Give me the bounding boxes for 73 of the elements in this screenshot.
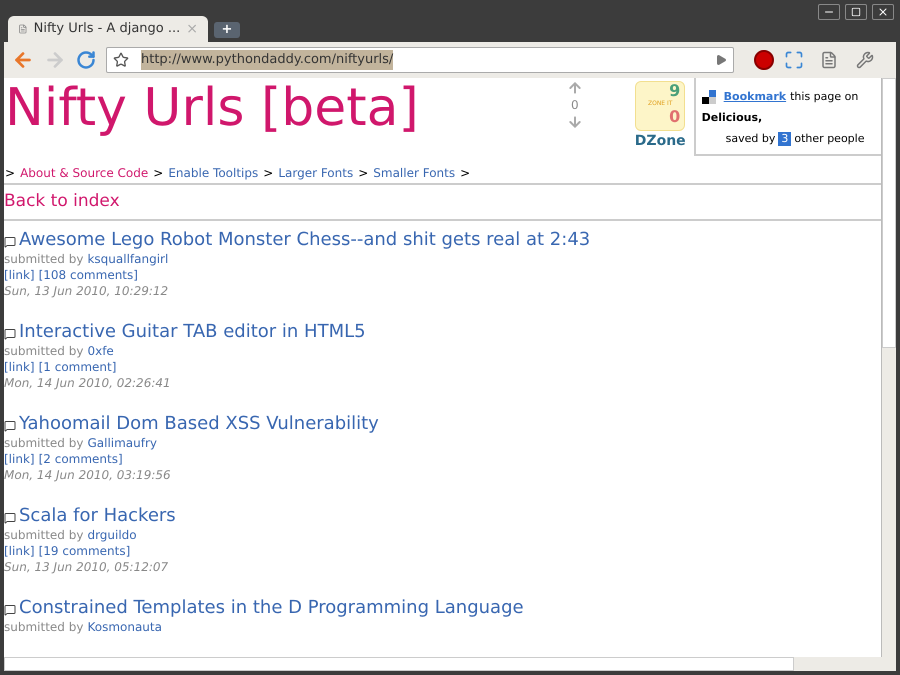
- post-title-link[interactable]: Yahoomail Dom Based XSS Vulnerability: [19, 413, 379, 435]
- new-tab-button[interactable]: +: [214, 22, 240, 38]
- submitted-label: submitted by: [4, 343, 84, 359]
- vote-up-icon[interactable]: [566, 80, 583, 96]
- link-link[interactable]: [link]: [4, 267, 35, 283]
- link-link[interactable]: [link]: [4, 451, 35, 467]
- comments-link[interactable]: [1 comment]: [38, 359, 116, 375]
- delicious-icon: [702, 90, 716, 104]
- bookmark-text: this page on: [790, 89, 858, 105]
- nav-link[interactable]: About & Source Code: [20, 164, 148, 182]
- submitted-label: submitted by: [4, 527, 84, 543]
- close-button[interactable]: [872, 4, 894, 20]
- minimize-button[interactable]: [818, 4, 840, 20]
- wrench-icon[interactable]: [856, 51, 874, 69]
- link-link[interactable]: [link]: [4, 543, 35, 559]
- vertical-scrollbar[interactable]: [881, 78, 896, 657]
- nav-separator: >: [153, 165, 164, 182]
- vote-count: 0: [571, 97, 579, 114]
- user-link[interactable]: 0xfe: [87, 343, 114, 359]
- saved-count: 3: [778, 132, 792, 146]
- close-icon: [877, 6, 889, 18]
- user-link[interactable]: Gallimaufry: [87, 435, 158, 451]
- post-title-link[interactable]: Awesome Lego Robot Monster Chess--and shit gets real at 2:43: [19, 229, 590, 251]
- browser-tab[interactable]: Nifty Urls - A django ... ×: [8, 16, 208, 42]
- submitted-label: submitted by: [4, 619, 84, 635]
- nav-separator: >: [460, 165, 470, 182]
- post-date: Sun, 13 Jun 2010, 10:29:12: [4, 283, 170, 299]
- comment-icon: [4, 604, 16, 616]
- site-title: Nifty Urls [beta]: [5, 78, 420, 138]
- delicious-site: Delicious,: [702, 110, 764, 126]
- comment-icon: [4, 328, 16, 340]
- user-link[interactable]: drguildo: [87, 527, 137, 543]
- post-title-link[interactable]: Interactive Guitar TAB editor in HTML5: [19, 321, 366, 343]
- post-date: Sun, 13 Jun 2010, 05:12:07: [4, 559, 170, 575]
- post-date: Mon, 14 Jun 2010, 02:26:41: [4, 375, 172, 391]
- scrollbar-thumb[interactable]: [882, 78, 896, 348]
- comment-icon: [4, 512, 16, 524]
- nav-link[interactable]: Smaller Fonts: [373, 164, 456, 182]
- nav-link[interactable]: Enable Tooltips: [168, 164, 258, 182]
- post-title-link[interactable]: Scala for Hackers: [19, 505, 176, 527]
- nav-separator: >: [5, 165, 16, 182]
- dzone-up-count: 9: [668, 82, 680, 99]
- submitted-label: submitted by: [4, 251, 84, 267]
- back-to-index-link[interactable]: Back to index: [4, 189, 120, 215]
- comments-link[interactable]: [19 comments]: [38, 543, 130, 559]
- dzone-down-count: 0: [668, 108, 680, 125]
- maximize-button[interactable]: [845, 4, 867, 20]
- go-icon[interactable]: [714, 54, 727, 66]
- nav-link[interactable]: Larger Fonts: [278, 164, 354, 182]
- star-icon[interactable]: [113, 52, 129, 68]
- post-title-link[interactable]: Constrained Templates in the D Programming Language: [19, 597, 524, 619]
- saved-label: saved by: [726, 131, 776, 147]
- submitted-label: submitted by: [4, 435, 84, 451]
- link-link[interactable]: [link]: [4, 359, 35, 375]
- comment-icon: [4, 420, 16, 432]
- page-menu-icon[interactable]: [820, 51, 838, 69]
- maximize-icon: [851, 7, 861, 17]
- reload-icon[interactable]: [76, 50, 96, 70]
- saved-suffix: other people: [794, 131, 864, 147]
- user-link[interactable]: Kosmonauta: [87, 619, 162, 635]
- user-link[interactable]: ksquallfangirl: [87, 251, 168, 267]
- nav-separator: >: [263, 165, 274, 182]
- comments-link[interactable]: [108 comments]: [38, 267, 138, 283]
- bookmark-link[interactable]: Bookmark: [724, 86, 786, 107]
- nav-separator: >: [358, 165, 368, 182]
- post-date: Mon, 14 Jun 2010, 03:19:56: [4, 467, 172, 483]
- page-icon: [18, 22, 28, 36]
- vote-down-icon[interactable]: [566, 114, 583, 130]
- comment-icon: [4, 236, 16, 248]
- tab-title: Nifty Urls - A django ...: [34, 20, 180, 38]
- back-icon[interactable]: [12, 49, 34, 71]
- comments-link[interactable]: [2 comments]: [38, 451, 123, 467]
- dzone-logo: DZone: [634, 132, 686, 151]
